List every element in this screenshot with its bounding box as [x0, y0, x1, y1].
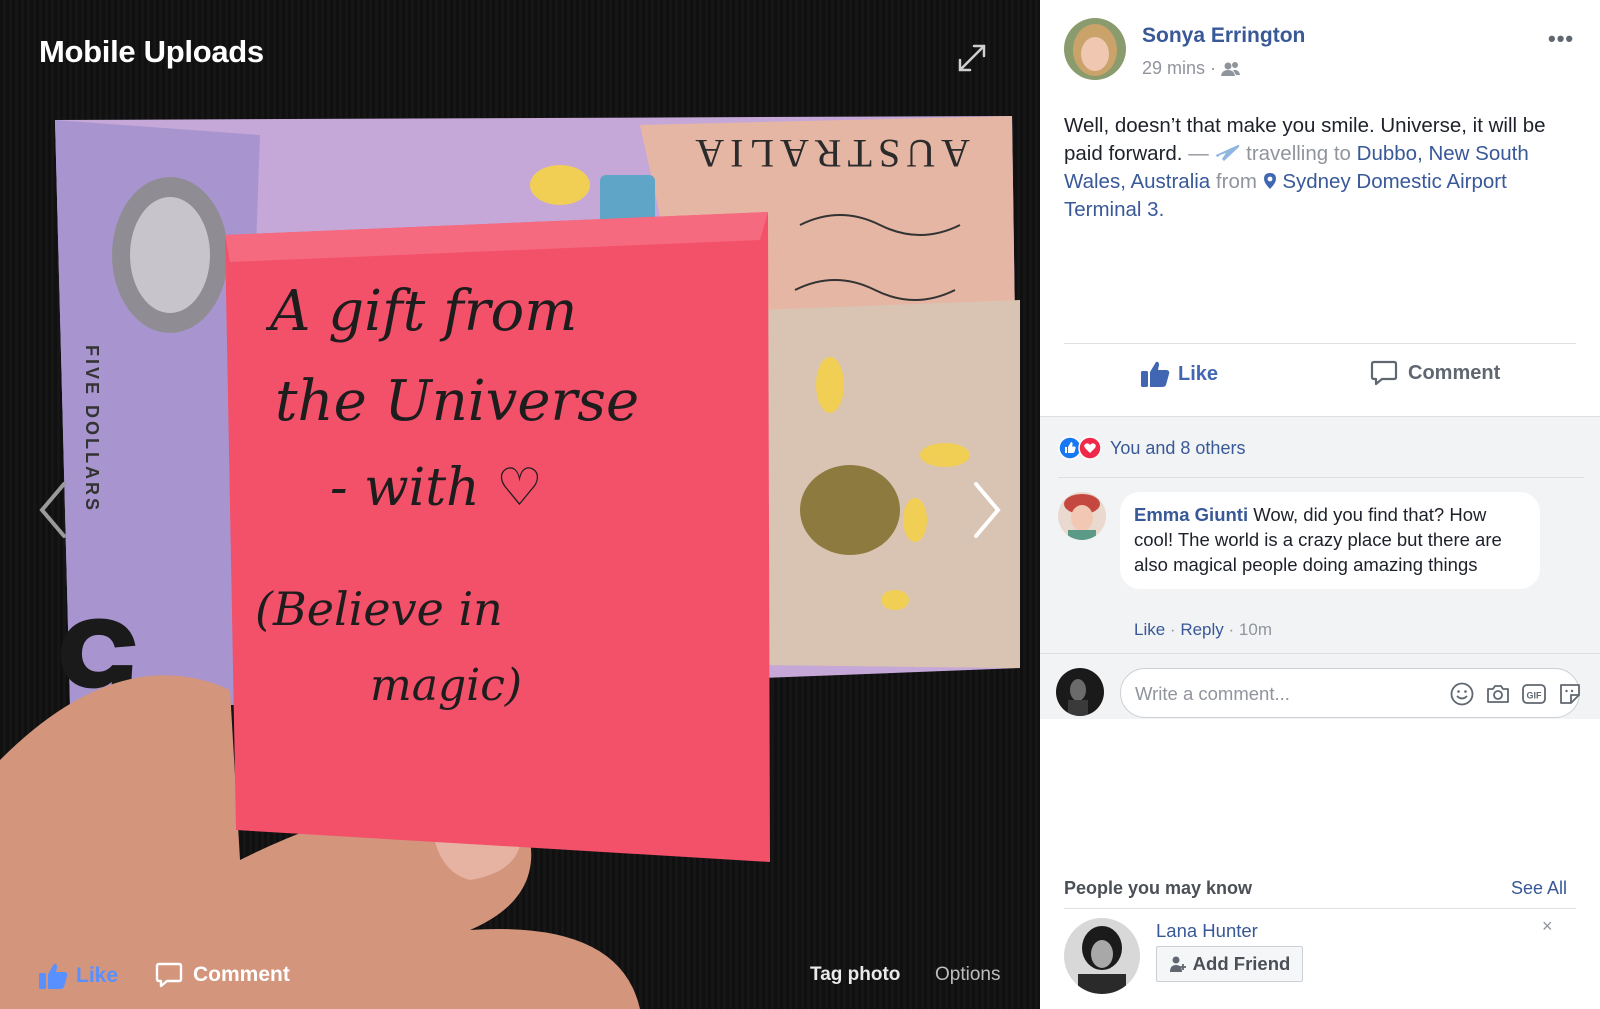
viewer-comment-label: Comment [193, 963, 290, 986]
expand-icon[interactable] [956, 42, 988, 74]
friends-audience-icon[interactable] [1221, 61, 1241, 77]
post-like-button[interactable]: Like [1140, 360, 1218, 388]
pymk-title: People you may know [1064, 878, 1253, 898]
more-options-icon[interactable]: ••• [1548, 26, 1574, 52]
from-word: from [1215, 170, 1257, 193]
photo-viewer-window: 5 FIVE DOLLARS AUSTRALIA A gift from the… [0, 0, 1600, 1009]
post-meta: 29 mins · [1142, 58, 1241, 79]
note-line-2: the Universe [275, 369, 639, 434]
comment-actions: Like · Reply · 10m [1134, 620, 1272, 640]
svg-text:GIF: GIF [1527, 691, 1543, 701]
comment-icon [155, 962, 183, 988]
post-like-label: Like [1178, 362, 1219, 385]
airplane-icon [1216, 145, 1240, 161]
my-avatar [1056, 668, 1104, 716]
comment-bubble: Emma Giunti Wow, did you find that? How … [1120, 492, 1540, 589]
post-period: . [1158, 198, 1165, 221]
author-avatar[interactable] [1064, 18, 1126, 80]
options-button[interactable]: Options [935, 964, 1000, 986]
divider [1064, 343, 1576, 344]
reactions-text: You and 8 others [1110, 437, 1246, 458]
note-line-5: magic) [370, 660, 522, 711]
note-line-1: A gift from [265, 279, 577, 344]
banknote-country: AUSTRALIA [689, 131, 970, 176]
banknote-side-text: FIVE DOLLARS [82, 345, 102, 513]
next-photo-icon[interactable] [970, 480, 1004, 540]
comment-time[interactable]: 10m [1239, 620, 1272, 639]
previous-photo-icon[interactable] [36, 480, 70, 540]
viewer-comment-button[interactable]: Comment [155, 962, 290, 988]
note-line-4: (Believe in [255, 582, 503, 636]
comment-input[interactable]: Write a comment... GIF [1120, 668, 1580, 718]
author-name[interactable]: Sonya Errington [1142, 24, 1305, 48]
reactions-summary[interactable]: You and 8 others [1058, 436, 1245, 460]
love-reaction-icon [1078, 436, 1102, 460]
add-friend-button[interactable]: Add Friend [1156, 946, 1303, 982]
comment-like-link[interactable]: Like [1134, 620, 1165, 639]
post-panel: Sonya Errington 29 mins · ••• Well, does… [1040, 0, 1600, 1009]
dismiss-suggestion-icon[interactable]: × [1542, 916, 1553, 937]
post-time[interactable]: 29 mins [1142, 58, 1205, 79]
meta-separator: · [1210, 58, 1217, 78]
banknote-bird [800, 465, 900, 555]
post-text: Well, doesn’t that make you smile. Unive… [1064, 112, 1574, 224]
activity-prefix: — [1182, 142, 1215, 165]
action-separator: · [1169, 620, 1181, 639]
viewer-like-button[interactable]: Like [38, 962, 118, 990]
comment-reply-link[interactable]: Reply [1180, 620, 1223, 639]
thumbs-up-icon [39, 963, 68, 989]
commenter-avatar[interactable] [1058, 492, 1106, 540]
gif-icon[interactable]: GIF [1521, 681, 1547, 707]
camera-icon[interactable] [1485, 681, 1511, 707]
post-comment-button[interactable]: Comment [1370, 360, 1500, 386]
location-pin-icon [1263, 173, 1276, 189]
action-separator: · [1228, 620, 1239, 639]
comment-author[interactable]: Emma Giunti [1134, 504, 1248, 525]
photo[interactable]: 5 FIVE DOLLARS AUSTRALIA A gift from the… [0, 0, 1040, 1009]
note-line-3: - with ♡ [330, 458, 543, 518]
add-friend-label: Add Friend [1192, 953, 1291, 974]
sticker-icon[interactable] [1557, 681, 1583, 707]
album-title[interactable]: Mobile Uploads [39, 34, 264, 70]
divider [1058, 477, 1584, 478]
activity-label: travelling to [1246, 142, 1351, 165]
comment-input-placeholder: Write a comment... [1135, 683, 1290, 704]
emoji-icon[interactable] [1449, 681, 1475, 707]
comment-icon [1370, 360, 1398, 386]
viewer-like-label: Like [76, 964, 119, 987]
post-comment-label: Comment [1408, 361, 1501, 384]
suggested-person-avatar[interactable] [1064, 918, 1140, 994]
divider [1064, 908, 1576, 909]
suggested-person-name[interactable]: Lana Hunter [1156, 920, 1258, 942]
add-friend-icon [1169, 956, 1186, 972]
divider [1040, 653, 1600, 654]
tag-photo-button[interactable]: Tag photo [810, 964, 900, 986]
photo-viewer: 5 FIVE DOLLARS AUSTRALIA A gift from the… [0, 0, 1040, 1009]
thumbs-up-icon [1141, 361, 1170, 387]
see-all-link[interactable]: See All [1511, 878, 1567, 899]
